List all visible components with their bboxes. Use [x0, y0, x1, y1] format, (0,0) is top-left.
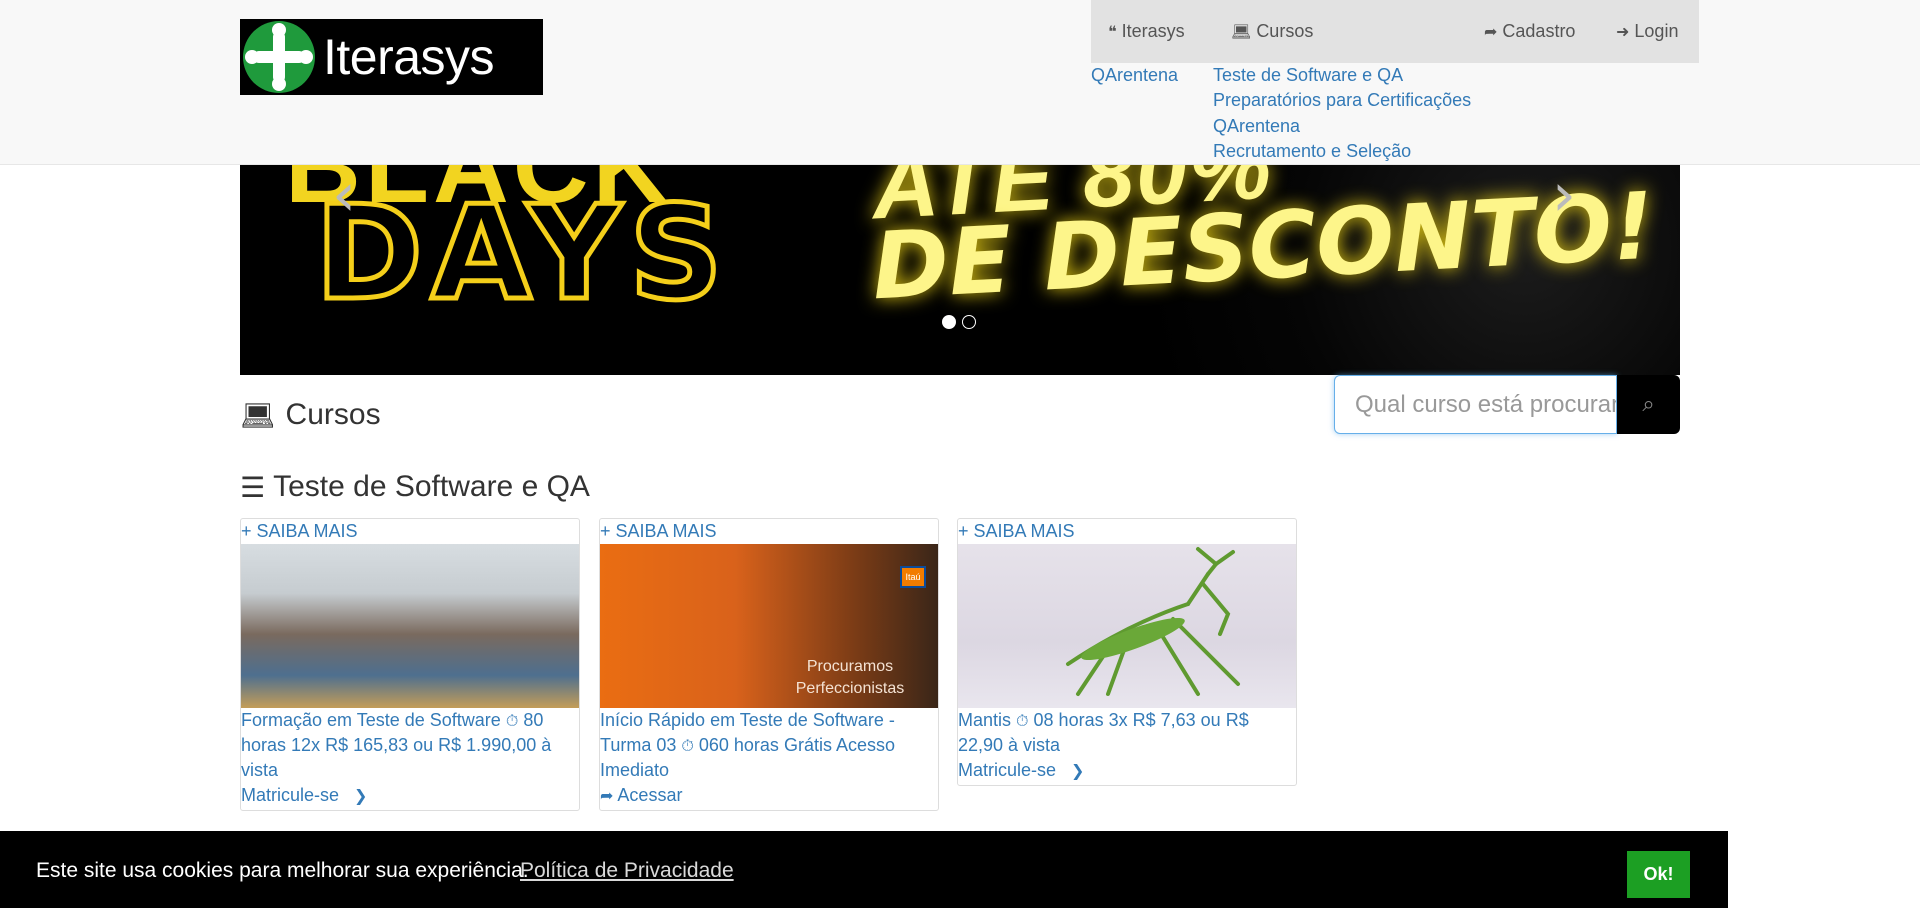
- list-icon: ☰: [240, 470, 266, 504]
- cookie-banner: Este site usa cookies para melhorar sua …: [0, 831, 1728, 908]
- laptop-icon: 💻︎: [240, 398, 276, 432]
- course-hours: 08 horas: [1033, 710, 1104, 730]
- promo-carousel[interactable]: BLACK DAYS ATÉ 80% DE DESCONTO! ‹ ›: [240, 165, 1680, 375]
- privacy-policy-link[interactable]: Política de Privacidade: [520, 859, 734, 883]
- carousel-indicators: [942, 315, 976, 329]
- access-link[interactable]: ➦ Acessar: [600, 783, 938, 808]
- top-nav: ❝ Iterasys 💻︎ Cursos ➦ Cadastro ➜ Login: [1091, 0, 1699, 63]
- search-icon: ⌕: [1642, 392, 1655, 417]
- cursos-heading-label: Cursos: [285, 398, 381, 431]
- nav-cadastro-label: Cadastro: [1502, 21, 1576, 41]
- course-search: ⌕: [1334, 375, 1680, 434]
- quote-icon: ❝: [1108, 22, 1117, 41]
- nav-iterasys[interactable]: ❝ Iterasys: [1108, 21, 1185, 42]
- nav-login-label: Login: [1634, 21, 1679, 41]
- course-image[interactable]: Itaú Procuramos Perfeccionistas: [600, 544, 938, 708]
- cursos-heading: 💻︎ Cursos: [240, 398, 381, 432]
- course-image[interactable]: [958, 544, 1296, 708]
- clock-icon: ⏱: [505, 711, 519, 730]
- section-title: ☰ Teste de Software e QA: [240, 470, 590, 504]
- access-label: Acessar: [617, 785, 683, 805]
- nav-cursos[interactable]: 💻︎ Cursos: [1231, 21, 1313, 42]
- course-hours: 060 horas: [698, 735, 779, 755]
- submenu-qarentena-main[interactable]: QArentena: [1091, 65, 1178, 86]
- search-input[interactable]: [1334, 375, 1617, 434]
- chevron-right-icon: ❯: [1071, 761, 1085, 780]
- login-icon: ➜: [1616, 22, 1630, 41]
- course-price: 12x R$ 165,83 ou R$ 1.990,00 à vista: [241, 735, 552, 780]
- course-title: Mantis: [958, 710, 1012, 730]
- enroll-link[interactable]: Matricule-se ❯: [958, 758, 1296, 783]
- carousel-dot-2[interactable]: [962, 315, 976, 329]
- cookie-ok-button[interactable]: Ok!: [1627, 851, 1690, 898]
- mantis-illustration: [1066, 547, 1240, 696]
- course-title: Formação em Teste de Software: [241, 710, 501, 730]
- itau-badge: Itaú: [900, 566, 926, 588]
- carousel-dot-1[interactable]: [942, 315, 956, 329]
- course-card: + SAIBA MAIS Mantis ⏱ 08 horas 3x R$ 7,6…: [957, 518, 1297, 786]
- course-card: + SAIBA MAIS Formação em Teste de Softwa…: [240, 518, 580, 811]
- submenu-qarentena[interactable]: QArentena: [1213, 116, 1300, 137]
- enroll-link[interactable]: Matricule-se ❯: [241, 783, 579, 808]
- clock-icon: ⏱: [1016, 711, 1029, 730]
- share-icon: ➦: [600, 786, 614, 805]
- submenu-preparatorios[interactable]: Preparatórios para Certificações: [1213, 90, 1471, 111]
- carousel-next-icon[interactable]: ›: [1552, 165, 1576, 225]
- site-header: Iterasys ❝ Iterasys 💻︎ Cursos ➦ Cadastro…: [0, 0, 1920, 165]
- course-description[interactable]: Mantis ⏱ 08 horas 3x R$ 7,63 ou R$ 22,90…: [958, 708, 1296, 758]
- site-logo[interactable]: Iterasys: [240, 19, 543, 95]
- image-caption: Procuramos Perfeccionistas: [795, 658, 905, 697]
- nav-iterasys-label: Iterasys: [1121, 21, 1185, 41]
- carousel-prev-icon[interactable]: ‹: [332, 165, 356, 225]
- chevron-right-icon: ❯: [354, 786, 368, 805]
- course-description[interactable]: Formação em Teste de Software ⏱ 80 horas…: [241, 708, 579, 783]
- course-image[interactable]: [241, 544, 579, 708]
- logo-text: Iterasys: [323, 29, 495, 85]
- logo-cross-icon: [243, 21, 315, 93]
- section-title-label: Teste de Software e QA: [273, 470, 590, 503]
- course-description[interactable]: Início Rápido em Teste de Software - Tur…: [600, 708, 938, 783]
- share-icon: ➦: [1484, 22, 1498, 41]
- laptop-icon: 💻︎: [1231, 22, 1252, 41]
- submenu-teste-software[interactable]: Teste de Software e QA: [1213, 65, 1403, 86]
- clock-icon: ⏱: [681, 736, 694, 755]
- saiba-mais-link[interactable]: + SAIBA MAIS: [958, 519, 1296, 544]
- cookie-message: Este site usa cookies para melhorar sua …: [36, 859, 529, 882]
- enroll-label: Matricule-se: [958, 760, 1057, 780]
- banner-headline-days: DAYS: [313, 177, 731, 329]
- search-button[interactable]: ⌕: [1617, 375, 1680, 434]
- enroll-label: Matricule-se: [241, 785, 340, 805]
- nav-login[interactable]: ➜ Login: [1616, 21, 1678, 42]
- saiba-mais-link[interactable]: + SAIBA MAIS: [600, 519, 938, 544]
- submenu-recrutamento[interactable]: Recrutamento e Seleção: [1213, 141, 1411, 162]
- nav-cadastro[interactable]: ➦ Cadastro: [1484, 21, 1575, 42]
- saiba-mais-link[interactable]: + SAIBA MAIS: [241, 519, 579, 544]
- nav-cursos-label: Cursos: [1256, 21, 1314, 41]
- course-card: + SAIBA MAIS Itaú Procuramos Perfeccioni…: [599, 518, 939, 811]
